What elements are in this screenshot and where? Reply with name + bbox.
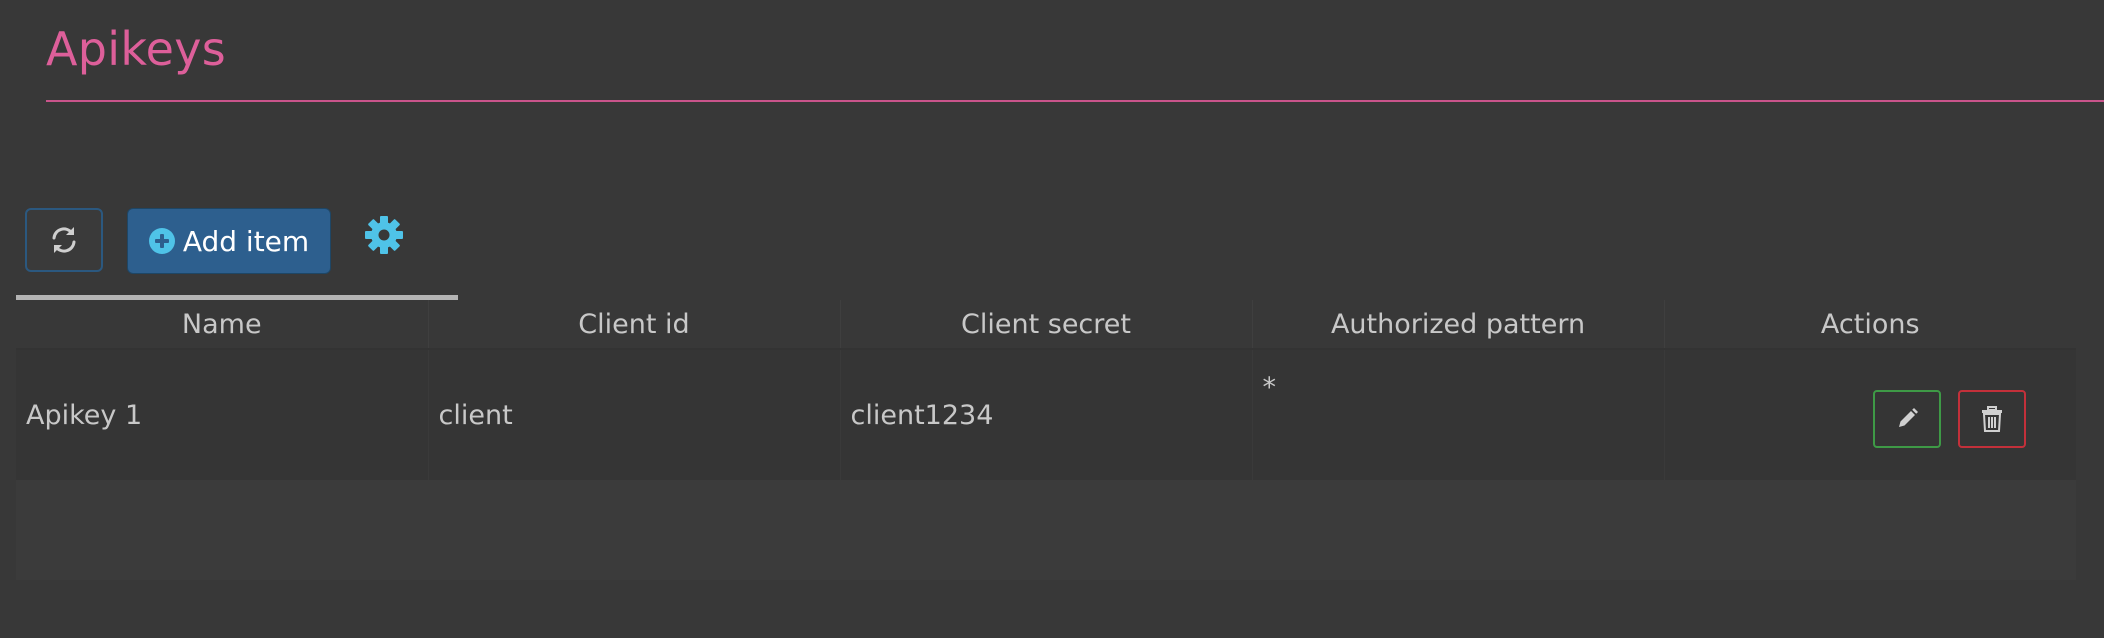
add-item-button[interactable]: Add item — [127, 208, 331, 274]
cell-client-secret: client1234 — [839, 349, 1252, 480]
cell-name: Apikey 1 — [16, 349, 428, 480]
plus-circle-icon — [148, 228, 175, 254]
refresh-button[interactable] — [25, 208, 103, 272]
cell-client-id: client — [427, 349, 840, 480]
empty-row-cell — [16, 480, 2076, 580]
apikeys-table: Name Client id Client secret Authorized … — [16, 300, 2076, 580]
table-row: Apikey 1 client client1234 * — [16, 349, 2076, 480]
add-item-label: Add item — [182, 224, 310, 258]
refresh-icon — [47, 223, 81, 257]
title-divider — [46, 100, 2104, 102]
column-header-client-secret[interactable]: Client secret — [839, 300, 1252, 350]
delete-button[interactable] — [1958, 390, 2026, 448]
trash-icon — [1979, 405, 2005, 433]
gear-icon[interactable] — [363, 214, 405, 256]
column-header-authorized-pattern[interactable]: Authorized pattern — [1251, 300, 1664, 350]
apikeys-page: Apikeys Add item Name Client id Client s… — [0, 0, 2104, 638]
cell-actions — [1663, 349, 2076, 480]
cell-authorized-pattern: * — [1251, 349, 1664, 480]
table-empty-row — [16, 480, 2076, 580]
column-header-name[interactable]: Name — [16, 300, 428, 350]
page-title: Apikeys — [46, 22, 227, 76]
edit-button[interactable] — [1873, 390, 1942, 448]
column-header-client-id[interactable]: Client id — [427, 300, 840, 350]
table-header-row: Name Client id Client secret Authorized … — [16, 300, 2076, 350]
pencil-icon — [1894, 406, 1920, 432]
column-header-actions: Actions — [1663, 300, 2076, 350]
